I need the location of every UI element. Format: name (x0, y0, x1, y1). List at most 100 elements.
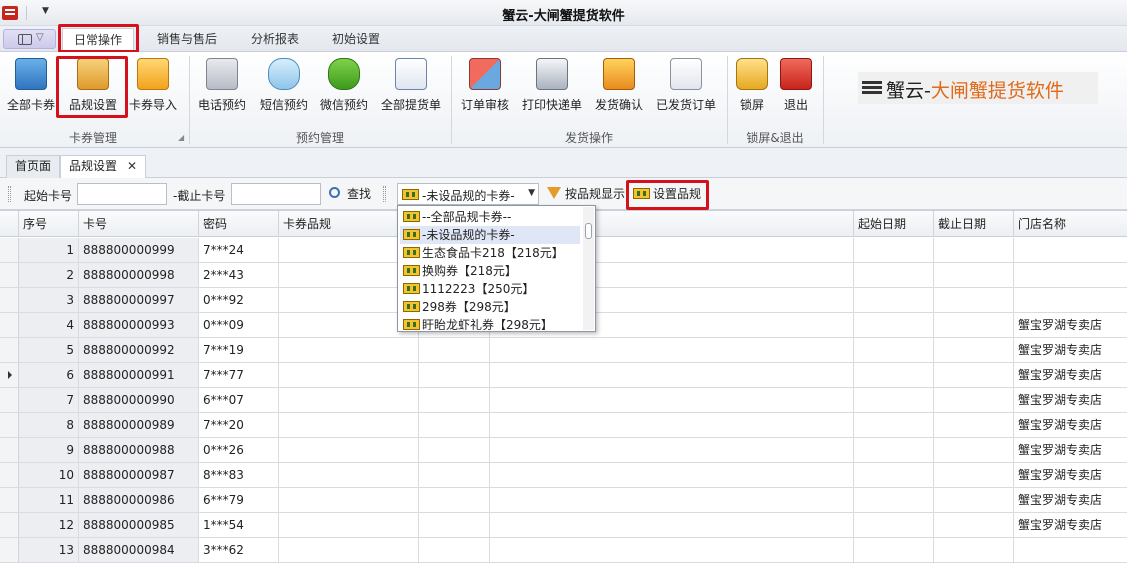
search-button[interactable]: 查找 (327, 185, 371, 203)
cell-empty[interactable] (490, 488, 854, 512)
table-row[interactable]: 11 888800000986 6***79 蟹宝罗湖专卖店 (0, 488, 1127, 513)
spec-filter-combo[interactable]: -未设品规的卡券- ▼ (397, 183, 539, 205)
cell-empty[interactable] (854, 363, 934, 387)
all-pickup-orders-button[interactable]: 全部提货单 (378, 58, 444, 118)
cell-store-name[interactable]: 蟹宝罗湖专卖店 (1014, 463, 1127, 487)
doc-tab-spec-settings[interactable]: 品规设置 ✕ (60, 155, 147, 178)
exit-button[interactable]: 退出 (776, 58, 816, 118)
cell-seq[interactable]: 13 (19, 538, 79, 562)
cell-empty[interactable] (854, 388, 934, 412)
dropdown-option[interactable]: 换购券【218元】 (400, 262, 580, 280)
cell-empty[interactable] (490, 338, 854, 362)
column-header-start-date[interactable]: 起始日期 (854, 211, 934, 237)
cell-seq[interactable]: 6 (19, 363, 79, 387)
table-row[interactable]: 6 888800000991 7***77 蟹宝罗湖专卖店 (0, 363, 1127, 388)
cell-store-name[interactable]: 蟹宝罗湖专卖店 (1014, 488, 1127, 512)
table-row[interactable]: 9 888800000988 0***26 蟹宝罗湖专卖店 (0, 438, 1127, 463)
row-indicator[interactable] (0, 313, 19, 337)
cell-card-no[interactable]: 888800000990 (79, 388, 199, 412)
cell-card-no[interactable]: 888800000999 (79, 238, 199, 262)
column-header-card-no[interactable]: 卡号 (79, 211, 199, 237)
tab-analysis-reports[interactable]: 分析报表 (240, 28, 310, 52)
dropdown-option-selected[interactable]: -未设品规的卡券- (400, 226, 580, 244)
cell-password[interactable]: 1***54 (199, 513, 279, 537)
table-row[interactable]: 5 888800000992 7***19 蟹宝罗湖专卖店 (0, 338, 1127, 363)
dropdown-option[interactable]: 生态食品卡218【218元】 (400, 244, 580, 262)
cell-empty[interactable] (419, 463, 490, 487)
cell-card-no[interactable]: 888800000993 (79, 313, 199, 337)
cell-seq[interactable]: 1 (19, 238, 79, 262)
cell-seq[interactable]: 2 (19, 263, 79, 287)
table-row[interactable]: 8 888800000989 7***20 蟹宝罗湖专卖店 (0, 413, 1127, 438)
cell-empty[interactable] (279, 413, 419, 437)
cell-empty[interactable] (279, 438, 419, 462)
cell-empty[interactable] (419, 338, 490, 362)
cell-empty[interactable] (854, 438, 934, 462)
cell-store-name[interactable]: 蟹宝罗湖专卖店 (1014, 313, 1127, 337)
tab-sales-aftersales[interactable]: 销售与售后 (145, 28, 229, 52)
cell-empty[interactable] (419, 488, 490, 512)
start-card-input[interactable] (77, 183, 167, 205)
cell-store-name[interactable]: 蟹宝罗湖专卖店 (1014, 388, 1127, 412)
cell-empty[interactable] (490, 463, 854, 487)
cell-card-no[interactable]: 888800000985 (79, 513, 199, 537)
cell-empty[interactable] (419, 388, 490, 412)
cell-seq[interactable]: 10 (19, 463, 79, 487)
cell-empty[interactable] (419, 513, 490, 537)
cell-store-name[interactable]: 蟹宝罗湖专卖店 (1014, 438, 1127, 462)
cell-card-no[interactable]: 888800000997 (79, 288, 199, 312)
cell-empty[interactable] (934, 313, 1014, 337)
cell-password[interactable]: 3***62 (199, 538, 279, 562)
cell-card-no[interactable]: 888800000984 (79, 538, 199, 562)
cell-empty[interactable] (854, 263, 934, 287)
row-indicator[interactable] (0, 538, 19, 562)
ship-confirm-button[interactable]: 发货确认 (590, 58, 648, 118)
cell-empty[interactable] (279, 388, 419, 412)
dropdown-option[interactable]: 1112223【250元】 (400, 280, 580, 298)
table-row[interactable]: 13 888800000984 3***62 (0, 538, 1127, 563)
tab-initial-settings[interactable]: 初始设置 (321, 28, 391, 52)
cell-store-name[interactable]: 蟹宝罗湖专卖店 (1014, 513, 1127, 537)
dropdown-option[interactable]: --全部品规卡券-- (400, 208, 580, 226)
cell-empty[interactable] (854, 488, 934, 512)
column-header-end-date[interactable]: 截止日期 (934, 211, 1014, 237)
print-express-button[interactable]: 打印快递单 (518, 58, 586, 118)
cell-empty[interactable] (490, 363, 854, 387)
sms-booking-button[interactable]: 短信预约 (256, 58, 312, 118)
tab-daily-operations[interactable]: 日常操作 (62, 28, 134, 52)
cell-empty[interactable] (490, 538, 854, 562)
row-indicator[interactable] (0, 263, 19, 287)
cell-empty[interactable] (934, 238, 1014, 262)
dropdown-option[interactable]: 298券【298元】 (400, 298, 580, 316)
cell-seq[interactable]: 5 (19, 338, 79, 362)
cell-card-no[interactable]: 888800000992 (79, 338, 199, 362)
cell-empty[interactable] (854, 513, 934, 537)
cell-store-name[interactable]: 蟹宝罗湖专卖店 (1014, 413, 1127, 437)
dropdown-scrollbar[interactable] (583, 207, 594, 330)
wechat-booking-button[interactable]: 微信预约 (316, 58, 372, 118)
cell-empty[interactable] (934, 338, 1014, 362)
cell-card-no[interactable]: 888800000987 (79, 463, 199, 487)
application-menu-button[interactable]: ▽ (3, 29, 56, 49)
cell-password[interactable]: 6***07 (199, 388, 279, 412)
scrollbar-thumb[interactable] (585, 223, 592, 239)
cell-password[interactable]: 0***09 (199, 313, 279, 337)
row-indicator[interactable] (0, 238, 19, 262)
cell-empty[interactable] (854, 538, 934, 562)
cell-password[interactable]: 0***92 (199, 288, 279, 312)
cell-empty[interactable] (490, 513, 854, 537)
row-indicator[interactable] (0, 338, 19, 362)
cell-seq[interactable]: 8 (19, 413, 79, 437)
cell-password[interactable]: 2***43 (199, 263, 279, 287)
cell-empty[interactable] (490, 388, 854, 412)
end-card-input[interactable] (231, 183, 321, 205)
cell-seq[interactable]: 9 (19, 438, 79, 462)
cell-empty[interactable] (934, 288, 1014, 312)
cell-empty[interactable] (854, 238, 934, 262)
spec-settings-button[interactable]: 品规设置 (64, 58, 122, 118)
cell-empty[interactable] (854, 463, 934, 487)
set-spec-button[interactable]: 设置品规 (633, 185, 701, 203)
cell-empty[interactable] (854, 313, 934, 337)
cell-empty[interactable] (419, 413, 490, 437)
all-cards-button[interactable]: 全部卡券 (4, 58, 58, 118)
